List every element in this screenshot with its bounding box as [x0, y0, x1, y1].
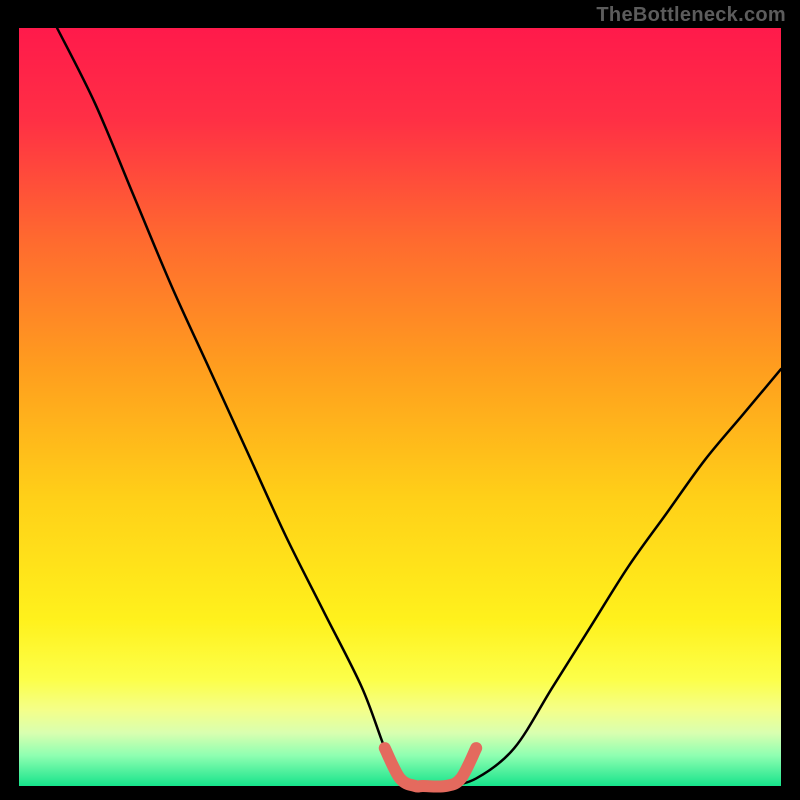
watermark-text: TheBottleneck.com: [596, 4, 786, 27]
bottleneck-chart: [0, 0, 800, 800]
plot-area: [19, 28, 781, 786]
chart-stage: TheBottleneck.com: [0, 0, 800, 800]
